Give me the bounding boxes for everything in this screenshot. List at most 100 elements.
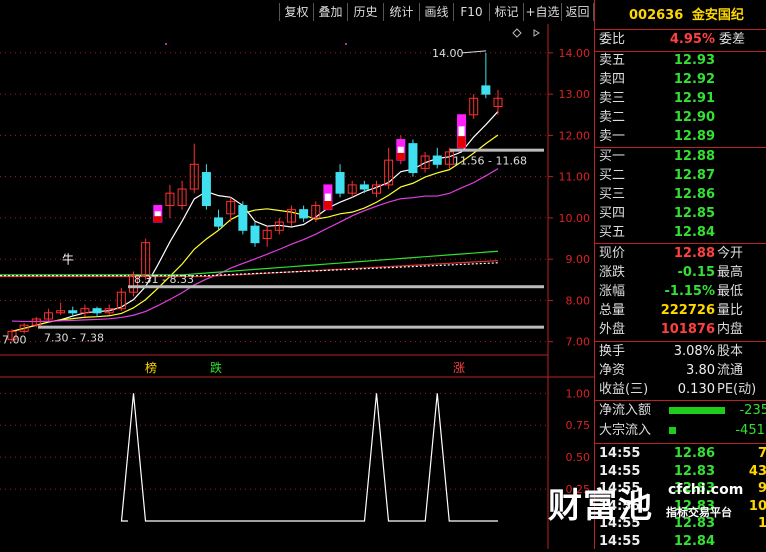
quote-stat-value: 12.88: [673, 246, 715, 261]
sell-level-label: 卖四: [599, 72, 626, 87]
candlestick: [201, 164, 211, 210]
fundamental-right-label: PE(动): [717, 382, 757, 397]
quote-stat-value: -1.15%: [664, 284, 716, 299]
play-icon[interactable]: [533, 29, 540, 37]
toolbar-f10-button[interactable]: F10: [453, 3, 489, 21]
price-tick-label: 12.00: [559, 129, 591, 142]
sell-level-row: 卖三 12.91: [599, 89, 715, 109]
toolbar-mark-button[interactable]: 标记: [489, 3, 523, 21]
high-price-label: 14.00: [432, 47, 464, 60]
toolbar-overlay-button[interactable]: 叠加: [313, 3, 347, 21]
candlestick: [43, 308, 53, 322]
buy-level-price: 12.85: [673, 206, 715, 221]
capital-flow-label: 净流入额: [599, 403, 652, 418]
price-tick-label: 9.00: [566, 253, 591, 266]
buy-level-row: 买二 12.87: [599, 166, 715, 186]
fundamental-row: 收益(三) 0.130 PE(动): [599, 380, 756, 400]
capital-flow-bar: [669, 407, 725, 414]
buy-level-row: 买三 12.86: [599, 185, 715, 205]
toolbar-add-watchlist-button[interactable]: +自选: [523, 3, 561, 21]
indicator-tick-label: 0.75: [566, 419, 591, 432]
quote-stat-row: 外盘 101876 内盘: [599, 320, 743, 340]
support-zone-label: 11.56 - 11.68: [453, 155, 527, 168]
quote-stat-row: 总量 222726 量比: [599, 301, 743, 321]
quote-stat-label: 涨跌: [599, 265, 626, 280]
buy-level-price: 12.87: [673, 168, 715, 183]
candlestick: [432, 147, 442, 169]
capital-flow-row: 大宗流入 -451.: [599, 421, 766, 441]
candlestick: [80, 304, 90, 317]
candlestick: [238, 201, 248, 235]
price-tick-label: 11.00: [559, 171, 591, 184]
buy-level-row: 买五 12.84: [599, 223, 715, 243]
candlestick: [56, 302, 66, 315]
sell-level-price: 12.89: [673, 129, 715, 144]
quote-stat-row: 涨幅 -1.15% 最低: [599, 282, 743, 302]
candlestick: [177, 180, 187, 210]
candlestick: [299, 205, 309, 223]
quote-panel: 002636 金安国纪 委比 4.95% 委差 卖五 12.93 卖四 12.92 卖三…: [594, 0, 766, 549]
signal-dot: [345, 43, 347, 45]
quote-stat-label: 总量: [599, 303, 626, 318]
toolbar-back-button[interactable]: 返回: [561, 3, 594, 21]
quote-stat-right-label: 量比: [717, 303, 744, 318]
weibi-row: 委比 4.95% 委差: [599, 30, 745, 50]
fundamental-value: 3.08%: [673, 344, 715, 359]
quote-stat-right-label: 最低: [717, 284, 744, 299]
quote-stat-value: -0.15: [677, 265, 715, 280]
signal-marker: 涨: [453, 360, 465, 375]
capital-flow-bar: [669, 427, 676, 434]
sell-level-row: 卖一 12.89: [599, 127, 715, 147]
toolbar-stats-button[interactable]: 统计: [383, 3, 419, 21]
signal-dot: [165, 43, 167, 45]
price-tick-label: 10.00: [559, 212, 591, 225]
buy-level-label: 买三: [599, 187, 626, 202]
toolbar-fuquan-button[interactable]: 复权: [279, 3, 313, 21]
toolbar-draw-button[interactable]: 画线: [419, 3, 453, 21]
candlestick: [347, 180, 357, 198]
candlestick: [262, 226, 272, 247]
candlestick: [323, 184, 333, 211]
ma5-line: [11, 111, 499, 332]
candlestick: [165, 184, 175, 218]
capital-flow-row: 净流入额 -235: [599, 401, 766, 421]
watermark-tagline: 指标交易平台: [666, 506, 732, 519]
toolbar-history-button[interactable]: 历史: [347, 3, 383, 21]
buy-level-label: 买一: [599, 149, 626, 164]
candlestick: [286, 205, 296, 227]
sell-level-price: 12.92: [673, 72, 715, 87]
fundamental-value: 0.130: [677, 382, 715, 397]
weicha-label: 委差: [719, 32, 746, 47]
chart-options-icon[interactable]: [512, 28, 522, 38]
signal-indicator-line: [120, 393, 498, 522]
candlestick: [92, 306, 102, 317]
high-price-pointer: [461, 50, 487, 54]
support-zone-bar: [450, 148, 544, 152]
candlestick: [457, 114, 467, 149]
fundamental-row: 净资 3.80 流通: [599, 361, 743, 381]
trade-tick-time: 14:55: [599, 533, 641, 549]
fundamental-label: 净资: [599, 363, 626, 378]
candlestick: [481, 52, 491, 99]
price-tick-label: 8.00: [566, 294, 591, 307]
candlestick: [396, 135, 406, 165]
capital-flow-label: 大宗流入: [599, 423, 652, 438]
quote-stat-row: 现价 12.88 今开: [599, 244, 743, 264]
sell-level-price: 12.93: [673, 53, 715, 68]
quote-stat-label: 现价: [599, 246, 626, 261]
quote-stat-right-label: 最高: [717, 265, 744, 280]
watermark-brand: 财富池: [548, 486, 653, 526]
fundamental-label: 换手: [599, 344, 626, 359]
kline-chart[interactable]: 14.00 13.00 12.00 11.00 10.00 9.00 8.00 7.00 1.0…: [0, 24, 594, 549]
sell-level-price: 12.90: [673, 110, 715, 125]
buy-level-row: 买一 12.88: [599, 147, 715, 167]
ma60-line: [0, 250, 499, 276]
stock-name: 金安国纪: [691, 8, 744, 23]
quote-stat-value: 101876: [660, 322, 715, 337]
candlestick: [19, 323, 29, 334]
candlestick: [359, 180, 369, 194]
sell-level-label: 卖三: [599, 91, 626, 106]
candlestick: [153, 205, 163, 223]
watermark-site: cfchi.com: [668, 482, 744, 498]
fundamental-right-label: 股本: [717, 344, 744, 359]
